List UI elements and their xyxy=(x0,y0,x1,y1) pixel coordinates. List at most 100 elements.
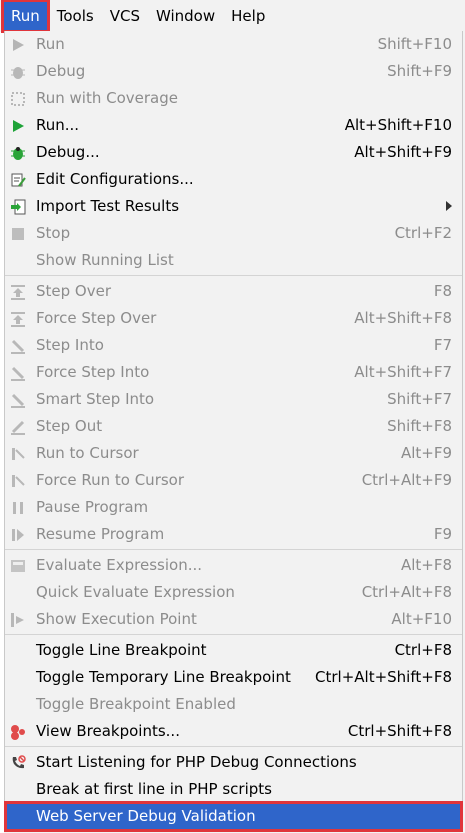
menu-item-shortcut: Ctrl+Alt+F8 xyxy=(361,583,452,601)
menu-item-stop[interactable]: Stop Ctrl+F2 xyxy=(5,220,462,247)
menu-item-shortcut: Shift+F10 xyxy=(377,35,452,53)
import-icon xyxy=(9,198,27,216)
menu-item-import-test-results[interactable]: Import Test Results xyxy=(5,193,462,220)
step-out-icon xyxy=(9,418,27,436)
menu-item-label: Toggle Breakpoint Enabled xyxy=(36,695,236,713)
menu-item-smart-step-into[interactable]: Smart Step Into Shift+F7 xyxy=(5,386,462,413)
menu-item-label: Step Out xyxy=(36,417,103,435)
menu-item-shortcut: Shift+F9 xyxy=(387,62,452,80)
menu-item-show-execution-point[interactable]: Show Execution Point Alt+F10 xyxy=(5,606,462,633)
menu-item-toggle-breakpoint-enabled[interactable]: Toggle Breakpoint Enabled xyxy=(5,691,462,718)
menu-item-view-breakpoints[interactable]: View Breakpoints... Ctrl+Shift+F8 xyxy=(5,718,462,745)
menu-item-label: Resume Program xyxy=(36,525,165,543)
menubar-help[interactable]: Help xyxy=(223,0,273,32)
menu-item-label: Evaluate Expression... xyxy=(36,556,203,574)
menu-item-shortcut: Alt+F9 xyxy=(400,444,452,462)
menu-item-force-run-to-cursor[interactable]: Force Run to Cursor Ctrl+Alt+F9 xyxy=(5,467,462,494)
bug-icon xyxy=(9,144,27,162)
submenu-arrow-icon xyxy=(446,201,452,211)
menu-item-edit-configurations[interactable]: Edit Configurations... xyxy=(5,166,462,193)
force-run-to-cursor-icon xyxy=(9,472,27,490)
menu-item-shortcut: Alt+F10 xyxy=(391,610,452,628)
menu-item-web-server-debug-validation[interactable]: Web Server Debug Validation xyxy=(4,801,463,832)
menu-item-shortcut: F9 xyxy=(433,525,452,543)
menu-item-label: Force Step Into xyxy=(36,363,150,381)
menu-bar: Run Tools VCS Window Help xyxy=(0,0,465,33)
menu-item-label: Step Over xyxy=(36,282,111,300)
menu-item-label: Import Test Results xyxy=(36,197,180,215)
menu-item-pause-program[interactable]: Pause Program xyxy=(5,494,462,521)
menubar-vcs[interactable]: VCS xyxy=(102,0,148,32)
menu-item-run-dialog[interactable]: Run... Alt+Shift+F10 xyxy=(5,112,462,139)
force-step-over-icon xyxy=(9,310,27,328)
menu-item-label: Toggle Temporary Line Breakpoint xyxy=(36,668,291,686)
menu-separator xyxy=(5,746,462,747)
menu-item-shortcut: Shift+F7 xyxy=(387,390,452,408)
menu-item-start-listening-php-debug[interactable]: Start Listening for PHP Debug Connection… xyxy=(5,749,462,776)
menu-item-label: Pause Program xyxy=(36,498,149,516)
menu-item-label: Step Into xyxy=(36,336,104,354)
menu-item-run[interactable]: Run Shift+F10 xyxy=(5,31,462,58)
menu-item-shortcut: Ctrl+F8 xyxy=(394,641,452,659)
menu-item-break-at-first-line[interactable]: Break at first line in PHP scripts xyxy=(5,776,462,803)
menu-item-label: Show Execution Point xyxy=(36,610,197,628)
menu-item-label: Run to Cursor xyxy=(36,444,139,462)
menu-item-label: Run xyxy=(36,35,65,53)
resume-icon xyxy=(9,526,27,544)
pause-icon xyxy=(9,499,27,517)
menubar-tools[interactable]: Tools xyxy=(49,0,102,32)
menu-item-quick-evaluate-expression[interactable]: Quick Evaluate Expression Ctrl+Alt+F8 xyxy=(5,579,462,606)
menu-item-shortcut: F8 xyxy=(433,282,452,300)
menu-item-shortcut: Alt+Shift+F10 xyxy=(344,116,452,134)
menu-item-debug-dialog[interactable]: Debug... Alt+Shift+F9 xyxy=(5,139,462,166)
menu-item-shortcut: Ctrl+F2 xyxy=(394,224,452,242)
menu-item-force-step-into[interactable]: Force Step Into Alt+Shift+F7 xyxy=(5,359,462,386)
stop-icon xyxy=(9,225,27,243)
breakpoints-icon xyxy=(9,723,27,741)
menu-item-step-out[interactable]: Step Out Shift+F8 xyxy=(5,413,462,440)
menu-separator xyxy=(5,275,462,276)
menu-item-step-into[interactable]: Step Into F7 xyxy=(5,332,462,359)
menu-item-shortcut: Ctrl+Alt+F9 xyxy=(361,471,452,489)
menu-item-label: Toggle Line Breakpoint xyxy=(36,641,207,659)
menu-item-label: Edit Configurations... xyxy=(36,170,194,188)
menubar-run[interactable]: Run xyxy=(1,0,50,33)
menu-item-label: Smart Step Into xyxy=(36,390,155,408)
menu-item-toggle-line-breakpoint[interactable]: Toggle Line Breakpoint Ctrl+F8 xyxy=(5,637,462,664)
menu-item-shortcut: Alt+Shift+F7 xyxy=(354,363,452,381)
menu-item-label: View Breakpoints... xyxy=(36,722,180,740)
edit-config-icon xyxy=(9,171,27,189)
menu-item-label: Break at first line in PHP scripts xyxy=(36,780,272,798)
menu-item-shortcut: Alt+Shift+F8 xyxy=(354,309,452,327)
menu-item-evaluate-expression[interactable]: Evaluate Expression... Alt+F8 xyxy=(5,552,462,579)
play-icon xyxy=(9,36,27,54)
menu-item-label: Force Step Over xyxy=(36,309,157,327)
execution-point-icon xyxy=(9,611,27,629)
menu-item-label: Debug... xyxy=(36,143,100,161)
menu-item-show-running-list[interactable]: Show Running List xyxy=(5,247,462,274)
menu-item-resume-program[interactable]: Resume Program F9 xyxy=(5,521,462,548)
menu-item-toggle-temporary-line-breakpoint[interactable]: Toggle Temporary Line Breakpoint Ctrl+Al… xyxy=(5,664,462,691)
menu-item-label: Start Listening for PHP Debug Connection… xyxy=(36,753,357,771)
phone-icon xyxy=(9,754,27,772)
menu-item-shortcut: Alt+F8 xyxy=(400,556,452,574)
menu-item-step-over[interactable]: Step Over F8 xyxy=(5,278,462,305)
menubar-window[interactable]: Window xyxy=(148,0,223,32)
menu-separator xyxy=(5,549,462,550)
menu-item-shortcut: F7 xyxy=(433,336,452,354)
menu-item-label: Debug xyxy=(36,62,86,80)
smart-step-into-icon xyxy=(9,391,27,409)
menu-item-debug[interactable]: Debug Shift+F9 xyxy=(5,58,462,85)
menu-item-force-step-over[interactable]: Force Step Over Alt+Shift+F8 xyxy=(5,305,462,332)
run-to-cursor-icon xyxy=(9,445,27,463)
menu-item-run-with-coverage[interactable]: Run with Coverage xyxy=(5,85,462,112)
force-step-into-icon xyxy=(9,364,27,382)
menu-item-label: Run with Coverage xyxy=(36,89,178,107)
play-icon xyxy=(9,117,27,135)
menu-item-run-to-cursor[interactable]: Run to Cursor Alt+F9 xyxy=(5,440,462,467)
coverage-icon xyxy=(9,90,27,108)
menu-item-label: Quick Evaluate Expression xyxy=(36,583,235,601)
menu-item-label: Show Running List xyxy=(36,251,174,269)
menu-item-shortcut: Ctrl+Alt+Shift+F8 xyxy=(315,668,452,686)
menu-item-shortcut: Alt+Shift+F9 xyxy=(354,143,452,161)
